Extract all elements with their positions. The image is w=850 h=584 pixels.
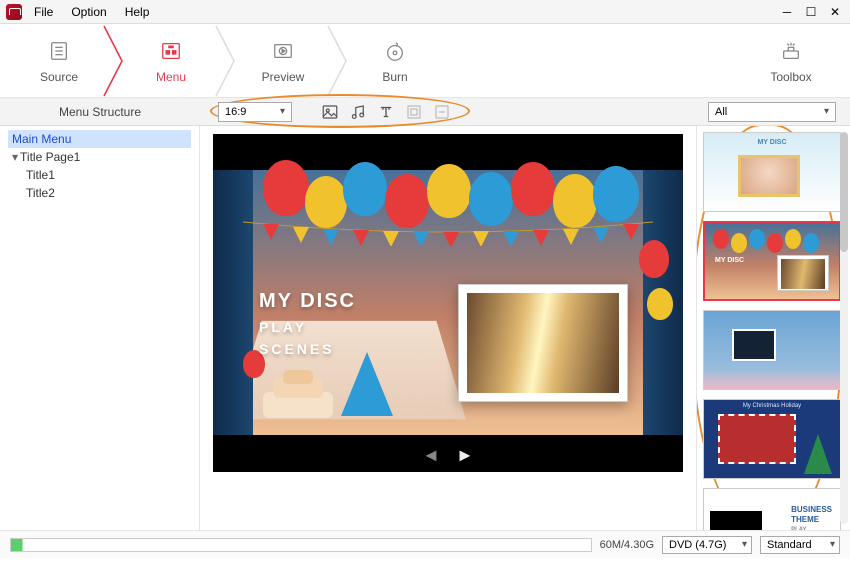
- menu-option[interactable]: Option: [71, 5, 106, 19]
- disc-usage-text: 60M/4.30G: [600, 539, 654, 551]
- menu-structure-tree: Main Menu ▾Title Page1 Title1 Title2: [0, 126, 200, 530]
- main-body: Main Menu ▾Title Page1 Title1 Title2: [0, 126, 850, 530]
- maximize-button[interactable]: ☐: [802, 5, 820, 19]
- menu-scenes-text: SCENES: [259, 341, 356, 357]
- quality-select[interactable]: Standard: [760, 536, 840, 554]
- tab-label: Toolbox: [770, 70, 811, 84]
- aspect-ratio-value: 16:9: [225, 106, 246, 118]
- add-chapter-icon: [400, 98, 428, 126]
- app-icon: [6, 4, 22, 20]
- tab-label: Menu: [156, 70, 186, 84]
- template-thumb[interactable]: BUSINESS THEME PLAY SCENE: [703, 488, 841, 530]
- add-text-icon[interactable]: [372, 98, 400, 126]
- nav-arrows: ◄ ►: [213, 442, 683, 468]
- template-thumb[interactable]: MY DISC: [703, 221, 841, 301]
- template-filter-select[interactable]: All: [708, 102, 836, 122]
- option-bar: Menu Structure 16:9 All: [0, 98, 850, 126]
- menu-help[interactable]: Help: [125, 5, 150, 19]
- tab-label: Source: [40, 70, 78, 84]
- menu-file[interactable]: File: [34, 5, 53, 19]
- menu-play-text: PLAY: [259, 319, 356, 335]
- add-image-icon[interactable]: [316, 98, 344, 126]
- tree-node-title1[interactable]: Title1: [8, 166, 191, 184]
- chevron-icon: [326, 24, 352, 98]
- workflow-tabs: Source Menu Preview Burn Toolbox: [0, 24, 850, 98]
- template-scrollbar[interactable]: [840, 132, 848, 524]
- delete-chapter-icon: [428, 98, 456, 126]
- status-bar: 60M/4.30G DVD (4.7G) Standard: [0, 530, 850, 558]
- aspect-ratio-select[interactable]: 16:9: [218, 102, 292, 122]
- menu-preview-canvas[interactable]: MY DISC PLAY SCENES ◄ ►: [213, 134, 683, 472]
- tab-preview[interactable]: Preview: [240, 24, 326, 97]
- menu-title-text[interactable]: MY DISC PLAY SCENES: [259, 290, 356, 357]
- tab-label: Burn: [382, 70, 407, 84]
- menu-structure-label: Menu Structure: [0, 105, 200, 119]
- chevron-icon: [102, 24, 128, 98]
- disc-usage-bar: [10, 538, 592, 552]
- next-page-icon[interactable]: ►: [456, 445, 474, 466]
- chevron-icon: [214, 24, 240, 98]
- tree-node-main-menu[interactable]: Main Menu: [8, 130, 191, 148]
- tab-label: Preview: [262, 70, 305, 84]
- canvas-area: MY DISC PLAY SCENES ◄ ►: [200, 126, 696, 530]
- template-thumb[interactable]: MY DISC: [703, 132, 841, 212]
- template-thumb[interactable]: My Christmas Holiday: [703, 399, 841, 479]
- disc-type-select[interactable]: DVD (4.7G): [662, 536, 752, 554]
- template-list: MY DISC MY DISC My Christmas Holiday: [696, 126, 850, 530]
- template-thumb[interactable]: [703, 310, 841, 390]
- add-music-icon[interactable]: [344, 98, 372, 126]
- template-filter-value: All: [715, 106, 727, 118]
- chapter-thumbnail[interactable]: [458, 284, 628, 402]
- titlebar: File Option Help ─ ☐ ✕: [0, 0, 850, 24]
- tab-burn[interactable]: Burn: [352, 24, 438, 97]
- tab-source[interactable]: Source: [16, 24, 102, 97]
- tree-node-title2[interactable]: Title2: [8, 184, 191, 202]
- minimize-button[interactable]: ─: [778, 5, 796, 19]
- tab-toolbox[interactable]: Toolbox: [748, 24, 834, 97]
- tree-node-title-page[interactable]: ▾Title Page1: [8, 148, 191, 166]
- close-button[interactable]: ✕: [826, 5, 844, 19]
- prev-page-icon[interactable]: ◄: [422, 445, 440, 466]
- tab-menu[interactable]: Menu: [128, 24, 214, 97]
